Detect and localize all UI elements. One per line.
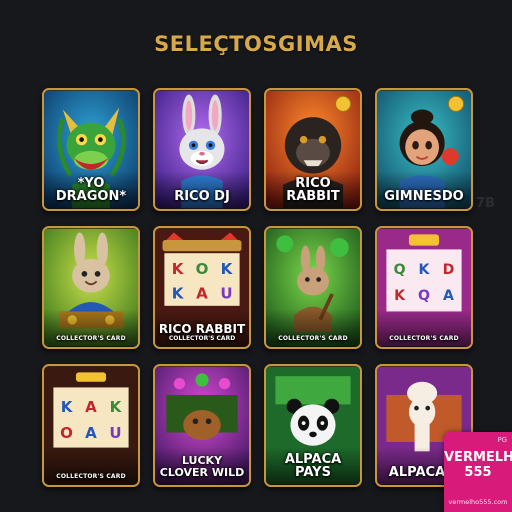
brand-badge[interactable]: PG VERMELHO 555 vermelho555.com (444, 432, 512, 512)
game-card-collectors-rabbit[interactable]: COLLECTOR'S CARD (42, 226, 140, 349)
reel-symbol: A (85, 424, 97, 442)
game-card-gimnesdo[interactable]: GIMNESDO (375, 88, 473, 211)
game-title: ALPACA PAYS (284, 452, 342, 480)
reel-symbol: D (443, 262, 455, 278)
reel-symbol: K (419, 262, 431, 278)
game-title: LUCKY CLOVER WILD (159, 454, 245, 479)
game-title: GIMNESDO (384, 189, 464, 204)
reel-symbol: Q (394, 262, 406, 278)
reel-symbol: K (61, 398, 74, 416)
game-card-collectors-reels[interactable]: K A K O A U COLLECTOR'S CARD (42, 364, 140, 487)
game-card-collectors-pink-reels[interactable]: Q K D K Q A COLLECTOR'S CARD (375, 226, 473, 349)
collectors-card-label: COLLECTOR'S CARD (389, 335, 459, 342)
collectors-card-label: COLLECTOR'S CARD (56, 473, 126, 480)
reel-symbol: K (394, 288, 406, 304)
badge-url: vermelho555.com (448, 498, 508, 506)
collectors-card-label: COLLECTOR'S CARD (168, 335, 236, 342)
badge-corner: PG (497, 436, 507, 444)
reel-symbol: Q (418, 288, 430, 304)
reel-symbol: K (110, 398, 123, 416)
reel-symbol: U (109, 424, 121, 442)
game-card-rico-rabbit[interactable]: RICO RABBIT (264, 88, 362, 211)
reel-symbol: A (196, 284, 208, 302)
game-title: RICO DJ (174, 189, 230, 204)
page-title: SELEÇTOSGIMAS (154, 32, 358, 56)
game-card-lucky-clover-wild[interactable]: LUCKY CLOVER WILD (153, 364, 251, 487)
reel-symbol: U (220, 284, 232, 302)
reel-symbol: K (172, 284, 185, 302)
reel-symbol: A (443, 288, 454, 304)
game-title: *YO DRAGON* (55, 176, 127, 204)
badge-brand: VERMELHO 555 (444, 450, 512, 480)
game-grid: *YO DRAGON* RICO DJ RICO RABBIT GIMNESDO… (42, 88, 473, 487)
badge-brand-line2: 555 (464, 465, 492, 480)
game-title: RICO RABBIT (158, 322, 246, 336)
reel-symbol: O (60, 424, 73, 442)
reel-symbol: A (85, 398, 97, 416)
game-card-rico-dj[interactable]: RICO DJ (153, 88, 251, 211)
game-card-yo-dragon[interactable]: *YO DRAGON* (42, 88, 140, 211)
reel-symbol: K (221, 260, 234, 278)
game-card-alpaca-pays-panda[interactable]: ALPACA PAYS (264, 364, 362, 487)
game-label-stack: RICO RABBIT COLLECTOR'S CARD (155, 323, 249, 343)
watermark-text: 7B (476, 196, 495, 211)
reel-symbol: K (172, 260, 185, 278)
game-card-collectors-rabbit-green[interactable]: COLLECTOR'S CARD (264, 226, 362, 349)
game-card-rico-rabbit-collectors[interactable]: K O K K A U RICO RABBIT COLLECTOR'S CARD (153, 226, 251, 349)
collectors-card-label: COLLECTOR'S CARD (278, 335, 348, 342)
reel-symbol: O (196, 260, 209, 278)
game-title: RICO RABBIT (286, 176, 340, 204)
collectors-card-label: COLLECTOR'S CARD (56, 335, 126, 342)
badge-brand-line1: VERMELHO (444, 450, 512, 465)
